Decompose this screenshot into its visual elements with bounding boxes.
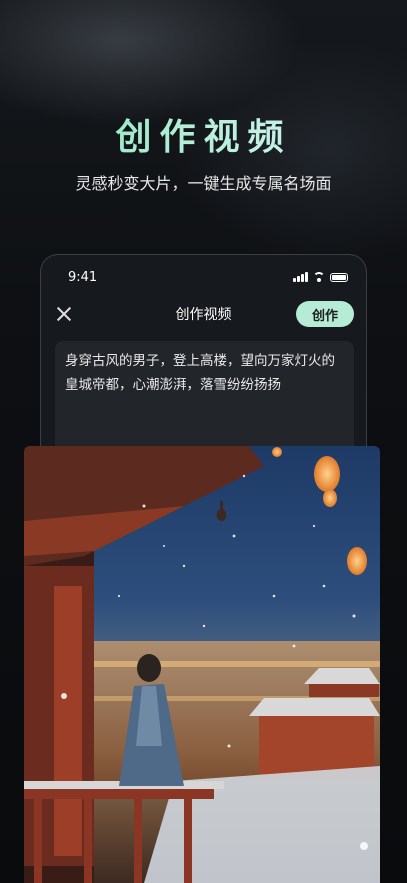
promo-headline: 创作视频 bbox=[0, 108, 407, 160]
battery-icon bbox=[330, 272, 348, 282]
create-button[interactable]: 创作 bbox=[296, 301, 354, 327]
nav-title: 创作视频 bbox=[175, 307, 232, 323]
close-button[interactable] bbox=[55, 305, 73, 323]
cellular-signal-icon bbox=[293, 272, 308, 282]
promo-subline: 灵感秒变大片，一键生成专属名场面 bbox=[75, 174, 332, 193]
wifi-icon bbox=[313, 272, 325, 282]
status-bar: 9:41 bbox=[68, 267, 348, 287]
video-preview-image bbox=[24, 446, 380, 883]
status-time: 9:41 bbox=[68, 269, 98, 285]
night-palace-illustration bbox=[24, 446, 380, 883]
nav-bar: 创作视频 创作 bbox=[41, 299, 366, 329]
status-icons bbox=[293, 272, 348, 282]
